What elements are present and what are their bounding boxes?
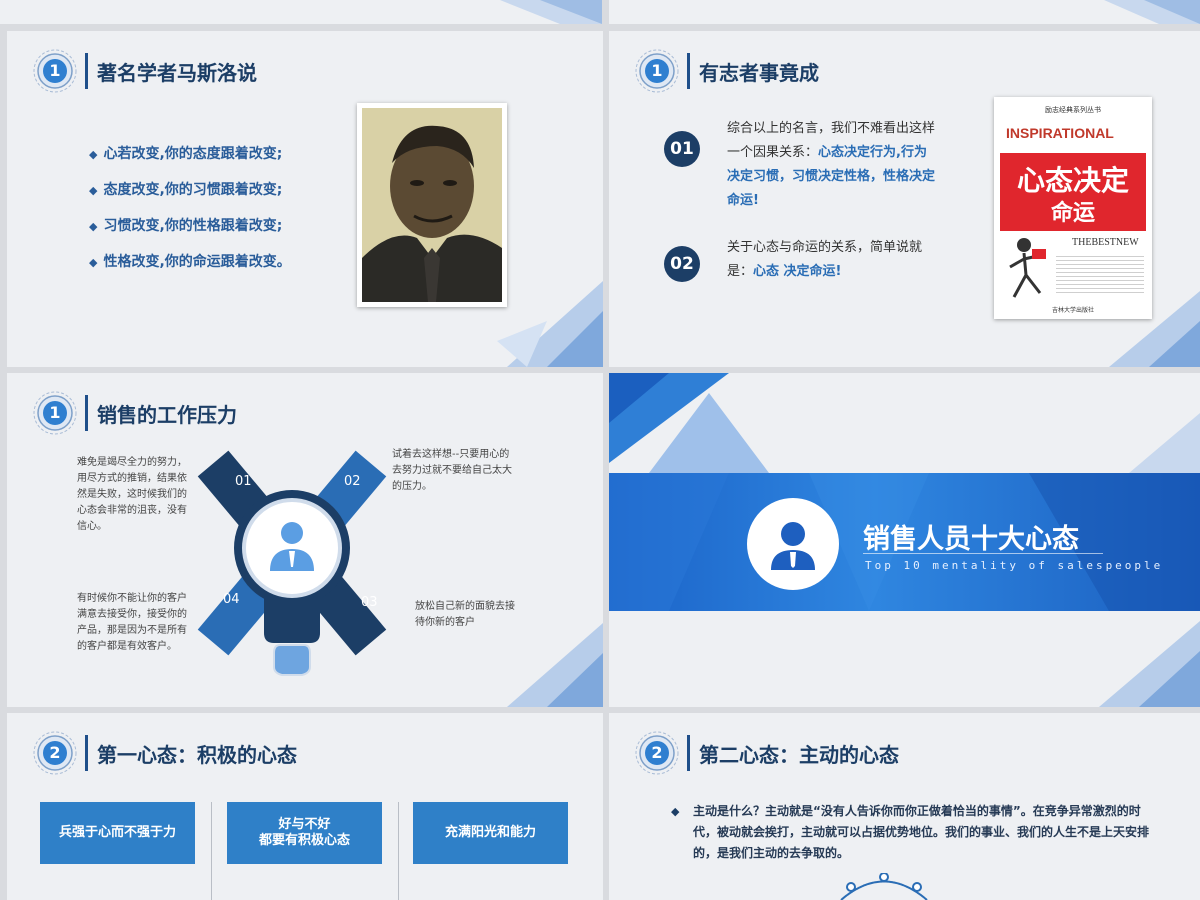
businessman-icon [771,522,815,570]
slide-title: 销售的工作压力 [97,403,237,427]
badge-number: 2 [651,743,663,762]
slide-section-cover[interactable]: 销售人员十大心态 Top 10 mentality of salespeople [609,373,1200,707]
slide-maslow[interactable]: 1 著名学者马斯洛说 ◆ 心若改变,你的态度跟着改变; ◆ 态度改变,你的习惯跟着改… [7,31,603,367]
divider [398,802,399,900]
bullet-item: ◆ 心若改变,你的态度跟着改变; [89,146,283,162]
mindset-box-3: 充满阳光和能力 [413,802,568,864]
petal-label-03: 03 [361,595,378,610]
book-title-block: 心态决定 命运 [1000,153,1146,231]
divider-line [863,553,1103,554]
pressure-text-04: 有时候你不能让你的客户满意去接受你，接受你的产品，那是因为不是所有的客户都是有效… [77,593,187,652]
step-number: 01 [664,131,700,167]
badge-number: 1 [651,61,663,80]
decorative-polygons [507,623,603,707]
diamond-icon: ◆ [671,805,680,818]
title-banner: 销售人员十大心态 Top 10 mentality of salespeople [609,473,1200,611]
bullet-item: ◆ 习惯改变,你的性格跟着改变; [89,218,283,234]
decorative-polygons-bottom [1099,621,1200,707]
petal-label-01: 01 [235,474,252,489]
step-text: 关于心态与命运的关系，简单说就是：心态 决定命运! [727,240,923,279]
title-accent-bar [687,735,690,771]
slide-positive-mindset[interactable]: 2 第一心态：积极的心态 兵强于心而不强于力 好与不好 都要有积极心态 充满阳光… [7,713,603,900]
slide-title: 第一心态：积极的心态 [97,743,297,767]
divider [211,802,212,900]
cycle-diagram [840,873,928,900]
proactive-paragraph: ◆ 主动是什么？主动就是“没有人告诉你而你正做着恰当的事情”。在竞争异常激烈的时代… [671,801,1163,864]
title-accent-bar [85,395,88,431]
partial-slide-top-left [0,0,602,24]
lightbulb-diagram [197,450,387,676]
mindset-box-1: 兵强于心而不强于力 [40,802,195,864]
diamond-icon: ◆ [89,256,98,269]
petal-label-04: 04 [223,592,240,607]
decorative-polygons [497,281,603,367]
runner-illustration [1009,238,1046,298]
step-text: 综合以上的名言，我们不难看出这样一个因果关系：心态决定行为,行为决定习惯，习惯决… [727,121,936,208]
portrait-photo [357,103,507,307]
slide-title: 有志者事竟成 [699,61,819,85]
badge-number: 2 [49,743,61,762]
slide-title: 第二心态：主动的心态 [699,743,899,767]
badge-number: 1 [49,403,61,422]
section-title: 销售人员十大心态 [863,524,1079,555]
slide-sales-pressure[interactable]: 1 销售的工作压力 难免是竭尽全力的努力，用尽方式的推销，结果依然是失败，这时候… [7,373,603,707]
decorative-polygons [1109,291,1200,367]
diamond-icon: ◆ [89,220,98,233]
title-accent-bar [85,53,88,89]
bullet-item: ◆ 性格改变,你的命运跟着改变。 [89,254,291,270]
partial-slide-top-right [609,0,1200,24]
badge-number: 1 [49,61,61,80]
banner-icon-circle [747,498,839,590]
slide-proactive-mindset[interactable]: 2 第二心态：主动的心态 ◆ 主动是什么？主动就是“没有人告诉你而你正做着恰当的事… [609,713,1200,900]
pressure-text-01: 难免是竭尽全力的努力，用尽方式的推销，结果依然是失败，这时候我们的心态会非常的沮… [77,457,187,532]
title-accent-bar [85,735,88,771]
step-number: 02 [664,246,700,282]
diamond-icon: ◆ [89,184,98,197]
petal-label-02: 02 [344,474,361,489]
bullet-item: ◆ 态度改变,你的习惯跟着改变; [89,182,283,198]
slide-title: 著名学者马斯洛说 [97,61,257,85]
mindset-box-2: 好与不好 都要有积极心态 [227,802,382,864]
slide-perseverance[interactable]: 1 有志者事竟成 01 综合以上的名言，我们不难看出这样一个因果关系：心态决定行… [609,31,1200,367]
decorative-polygons-top [609,373,1200,473]
title-accent-bar [687,53,690,89]
section-subtitle: Top 10 mentality of salespeople [865,559,1164,572]
diamond-icon: ◆ [89,148,98,161]
